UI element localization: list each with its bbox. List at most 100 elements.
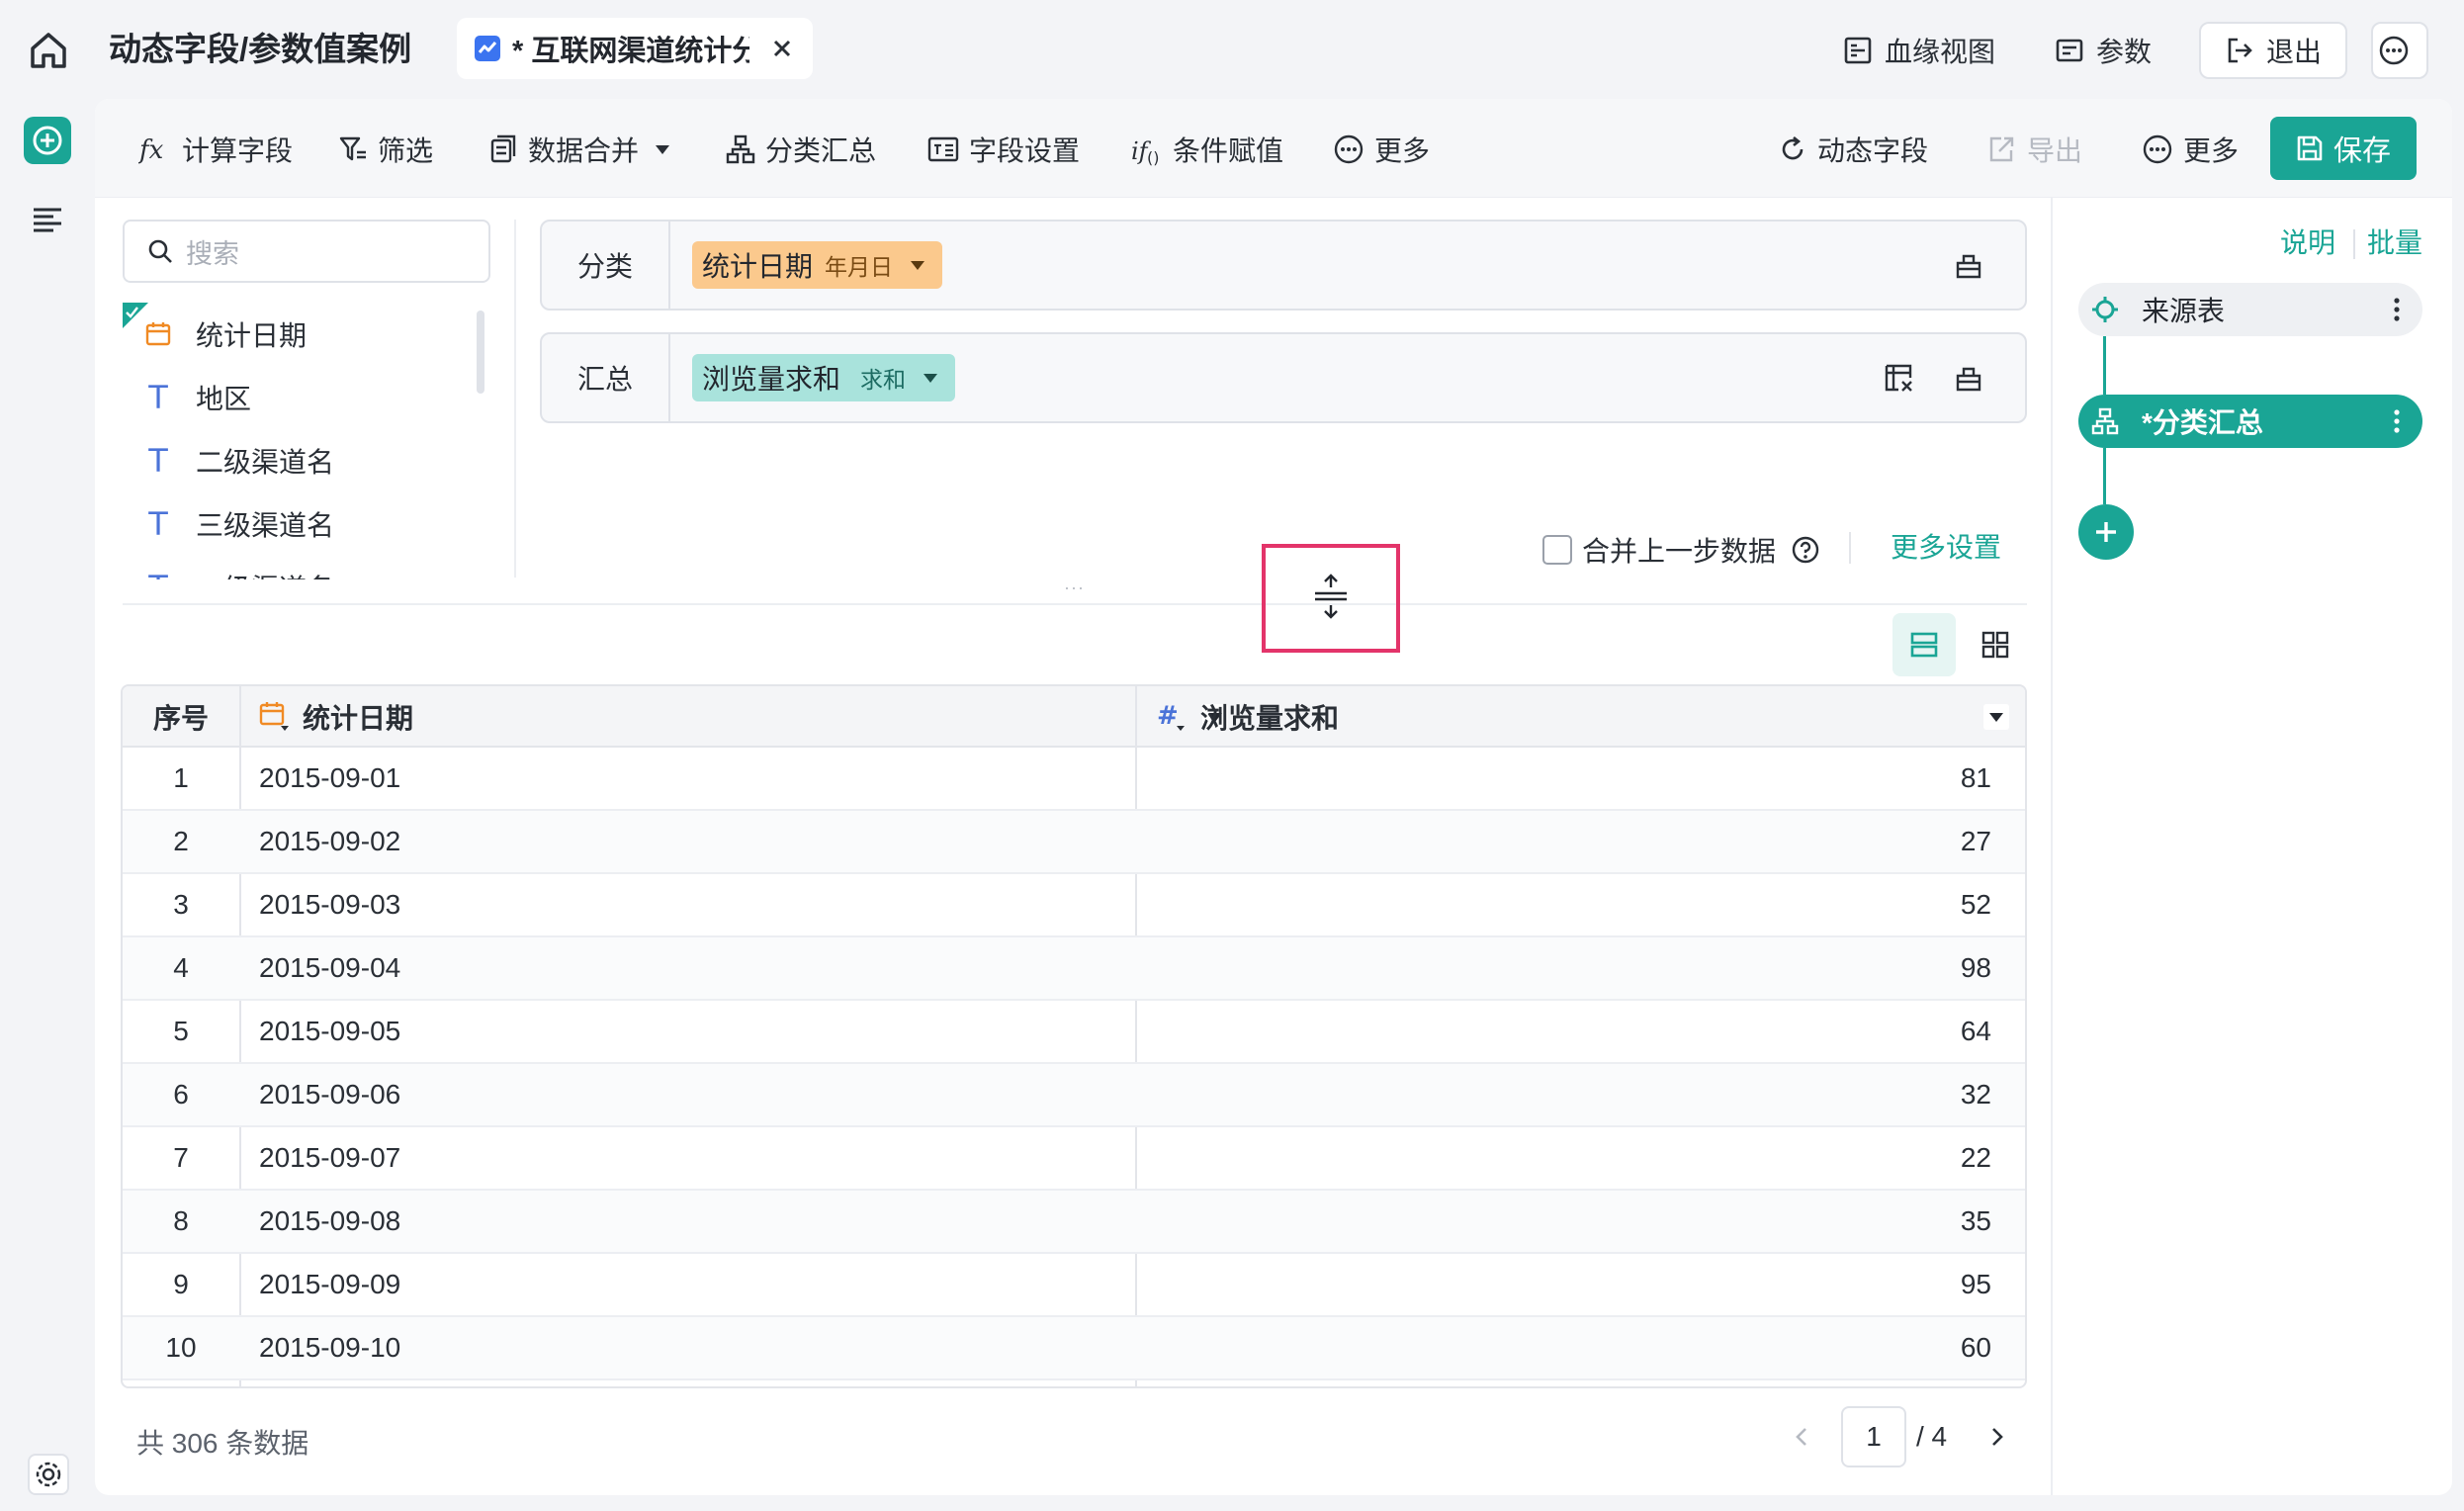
number-type-icon: #	[1157, 701, 1185, 731]
group-field-chip[interactable]: 统计日期 年月日	[692, 241, 943, 289]
field-item-date[interactable]: 统计日期	[123, 303, 479, 366]
table-row[interactable]: 9 2015-09-09 95	[123, 1254, 2025, 1317]
more-menu-button[interactable]	[2371, 22, 2428, 79]
list-icon[interactable]	[30, 202, 65, 237]
table-view-button[interactable]	[1892, 613, 1956, 676]
table-row[interactable]: 8 2015-09-08 35	[123, 1191, 2025, 1254]
calc-field-button[interactable]: fx 计算字段	[138, 125, 293, 174]
chip-field: 浏览量求和	[702, 364, 841, 395]
table-header: 序号 统计日期 # 浏览量求和	[123, 686, 2025, 748]
search-input[interactable]: 搜索	[123, 220, 490, 283]
next-page-button[interactable]	[1983, 1406, 2011, 1467]
close-icon[interactable]	[767, 34, 797, 63]
more-right-button[interactable]: 更多	[2142, 125, 2239, 174]
vertical-dots-icon[interactable]	[2393, 297, 2401, 322]
header-value-label: 浏览量求和	[1200, 703, 1340, 734]
table-row[interactable]: 4 2015-09-04 98	[123, 937, 2025, 1001]
text-type-icon: T	[148, 442, 168, 480]
hierarchy-icon	[2091, 407, 2119, 435]
text-type-icon: T	[148, 505, 168, 543]
help-icon[interactable]	[1790, 534, 1821, 566]
explain-link[interactable]: 说明	[2280, 225, 2335, 261]
table-row[interactable]: 1 2015-09-01 81	[123, 748, 2025, 811]
table-row[interactable]: 3 2015-09-03 52	[123, 874, 2025, 937]
document-tab[interactable]: * 互联网渠道统计分析	[457, 18, 813, 79]
add-icon[interactable]	[24, 117, 71, 164]
field-item-channel-3[interactable]: T 三级渠道名	[123, 492, 479, 556]
panel-divider	[514, 220, 516, 578]
more-tools-label: 更多	[1374, 135, 1431, 166]
resize-handle-dots[interactable]: ···	[1064, 578, 1085, 598]
cell-value: 64	[1960, 1016, 1991, 1046]
home-icon[interactable]	[26, 28, 71, 73]
table-row[interactable]: 5 2015-09-05 64	[123, 1001, 2025, 1064]
group-summary-button[interactable]: 分类汇总	[726, 125, 876, 174]
field-item-region[interactable]: T 地区	[123, 366, 479, 429]
summary-field-chip[interactable]: 浏览量求和 求和	[692, 354, 956, 401]
merge-data-button[interactable]: 数据合并	[488, 125, 684, 174]
cell-index: 10	[165, 1332, 197, 1363]
exit-label: 退出	[2266, 37, 2323, 67]
flow-node-source[interactable]: 来源表	[2078, 283, 2422, 336]
table-row[interactable]: 6 2015-09-06 32	[123, 1064, 2025, 1127]
vertical-dots-icon[interactable]	[2393, 408, 2401, 434]
gear-icon[interactable]	[28, 1454, 69, 1495]
field-name: 一级渠道名	[196, 568, 334, 579]
field-item-channel-1[interactable]: T 一级渠道名	[123, 556, 479, 579]
merge-data-label: 数据合并	[528, 135, 640, 166]
more-tools-button[interactable]: 更多	[1333, 125, 1430, 174]
table-row[interactable]: 10 2015-09-10 60	[123, 1317, 2025, 1380]
prev-page-button[interactable]	[1788, 1406, 1815, 1467]
svg-text:#: #	[1157, 701, 1179, 731]
chevron-right-icon	[1992, 1428, 2003, 1446]
lineage-view-button[interactable]: 血缘视图	[1843, 22, 1995, 79]
dropdown-icon[interactable]	[1983, 704, 2009, 730]
export-button[interactable]: 导出	[1987, 125, 2082, 174]
merge-prev-checkbox[interactable]	[1542, 535, 1572, 565]
save-button[interactable]: 保存	[2270, 117, 2417, 180]
cell-value: 95	[1960, 1269, 1991, 1299]
grid-view-button[interactable]	[1964, 613, 2027, 676]
table-row[interactable]: 7 2015-09-07 22	[123, 1127, 2025, 1191]
field-list-scrollbar[interactable]	[477, 311, 484, 394]
exit-icon	[2228, 38, 2252, 63]
batch-link[interactable]: 批量	[2367, 225, 2422, 261]
svg-text:fx: fx	[138, 135, 164, 165]
clear-icon[interactable]	[1952, 249, 1985, 283]
cell-value: 52	[1960, 889, 1991, 920]
cell-value: 60	[1960, 1332, 1991, 1363]
params-button[interactable]: 参数	[2055, 22, 2152, 79]
field-name: 统计日期	[196, 320, 308, 351]
header-date[interactable]: 统计日期	[259, 686, 1246, 748]
page-total: / 4	[1916, 1421, 1948, 1452]
refresh-icon	[1782, 135, 1804, 160]
flow-node-group-summary[interactable]: *分类汇总	[2078, 395, 2422, 448]
cell-date: 2015-09-01	[259, 762, 401, 793]
add-step-button[interactable]	[2078, 504, 2134, 560]
field-settings-button[interactable]: 字段设置	[927, 125, 1080, 174]
flow-node-label: *分类汇总	[2142, 407, 2263, 438]
header-value[interactable]: # 浏览量求和	[1157, 686, 2025, 748]
calendar-icon	[259, 702, 289, 731]
more-settings-link[interactable]: 更多设置	[1891, 530, 2001, 566]
field-list: 统计日期 T 地区 T 二级渠道名 T 三级渠道名 T 一级渠道名	[123, 303, 479, 579]
page-number-input[interactable]: 1	[1841, 1406, 1906, 1467]
filter-button[interactable]: 筛选	[338, 125, 433, 174]
exit-button[interactable]: 退出	[2199, 22, 2348, 79]
cell-date: 2015-09-04	[259, 952, 401, 983]
summary-settings-icon[interactable]	[1883, 362, 1916, 396]
table-view-icon	[1910, 632, 1938, 658]
table-row[interactable]: 2 2015-09-02 27	[123, 811, 2025, 874]
document-tab-label: * 互联网渠道统计分析	[512, 36, 749, 67]
params-label: 参数	[2096, 37, 2153, 67]
vertical-resize-icon[interactable]	[1266, 548, 1396, 649]
clear-icon[interactable]	[1952, 362, 1985, 396]
field-item-channel-2[interactable]: T 二级渠道名	[123, 429, 479, 492]
save-label: 保存	[2332, 135, 2391, 167]
condition-assign-button[interactable]: if() 条件赋值	[1131, 125, 1283, 174]
dynamic-field-button[interactable]: 动态字段	[1778, 125, 1928, 174]
cell-index: 3	[173, 889, 189, 920]
check-icon	[123, 303, 148, 328]
merge-prev-option[interactable]: 合并上一步数据	[1542, 530, 1821, 570]
summary-label: 汇总	[542, 334, 670, 421]
